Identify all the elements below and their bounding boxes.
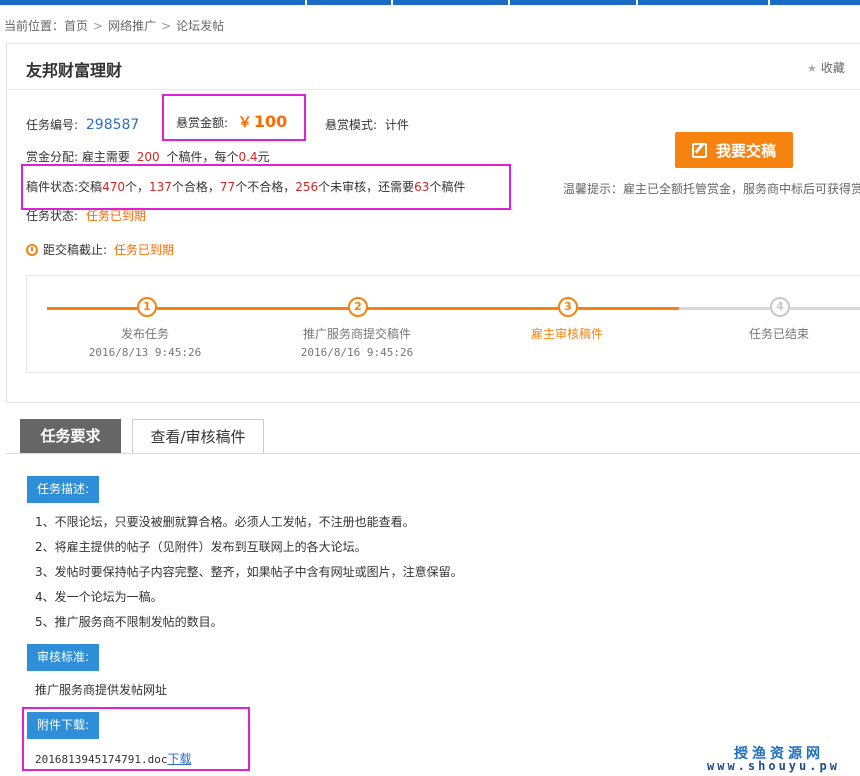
- step-2-circle: 2: [348, 297, 368, 317]
- task-title: 友邦财富理财: [26, 61, 123, 80]
- step-4-circle: 4: [770, 297, 790, 317]
- clock-icon: [26, 244, 38, 256]
- step-2-date: 2016/8/16 9:45:26: [300, 346, 414, 359]
- requirement-item: 3、发帖时要保持帖子内容完整、整齐，如果帖子中含有网址或图片，注意保留。: [35, 565, 463, 579]
- watermark-url: www.shouyu.pw: [707, 759, 840, 773]
- step-1-date: 2016/8/13 9:45:26: [88, 346, 202, 359]
- task-status-value: 任务已到期: [85, 209, 146, 223]
- favorite-label: 收藏: [820, 61, 845, 75]
- top-nav-bar: [0, 0, 860, 5]
- review-standard-text: 推广服务商提供发帖网址: [35, 683, 168, 697]
- breadcrumb-home[interactable]: 首页: [64, 19, 88, 33]
- progress-steps: 1 发布任务 2016/8/13 9:45:26 2 推广服务商提交稿件 201…: [26, 275, 860, 373]
- breadcrumb-promotion[interactable]: 网络推广: [108, 19, 156, 33]
- favorite-button[interactable]: ★ 收藏: [807, 59, 845, 76]
- task-description-label: 任务描述:: [27, 476, 100, 503]
- tab-divider: [6, 453, 860, 454]
- highlight-box-reward: [162, 94, 306, 141]
- step-1-circle: 1: [137, 297, 157, 317]
- requirement-item: 1、不限论坛，只要没被删就算合格。必须人工发帖，不注册也能查看。: [35, 515, 415, 529]
- reward-mode-label: 悬赏模式:: [325, 118, 378, 132]
- allocation-count: 200: [136, 150, 160, 164]
- tab-review-drafts[interactable]: 查看/审核稿件: [132, 419, 264, 453]
- breadcrumb-separator: >: [161, 19, 172, 33]
- requirement-item: 4、发一个论坛为一稿。: [35, 590, 163, 604]
- breadcrumb: 当前位置：首页 > 网络推广 > 论坛发帖: [4, 17, 224, 34]
- step-3-circle: 3: [558, 297, 578, 317]
- highlight-box-attachment: [22, 707, 250, 771]
- task-card: 友邦财富理财 ★ 收藏 任务编号: 298587 悬赏金额: ￥ 100 悬赏模式:…: [6, 43, 860, 403]
- submit-draft-button[interactable]: 我要交稿: [675, 132, 793, 168]
- deadline-value: 任务已到期: [113, 243, 174, 257]
- review-standard-label: 审核标准:: [27, 644, 100, 671]
- tab-requirements[interactable]: 任务要求: [20, 419, 121, 453]
- submit-draft-label: 我要交稿: [715, 141, 776, 160]
- task-id: 任务编号: 298587: [26, 116, 139, 133]
- breadcrumb-prefix: 当前位置：: [4, 19, 65, 33]
- reward-allocation: 赏金分配: 雇主需要 200 个稿件，每个0.4元: [26, 150, 270, 164]
- task-header: 友邦财富理财 ★ 收藏: [7, 44, 860, 90]
- reward-mode: 悬赏模式: 计件: [325, 116, 409, 133]
- edit-icon: [691, 142, 707, 158]
- deadline: 距交稿截止: 任务已到期: [26, 241, 174, 258]
- requirement-item: 2、将雇主提供的帖子（见附件）发布到互联网上的各大论坛。: [35, 540, 367, 554]
- breadcrumb-current: 论坛发帖: [176, 19, 225, 33]
- task-id-label: 任务编号:: [26, 118, 79, 132]
- escrow-tip: 温馨提示：雇主已全额托管赏金，服务商中标后可获得赏: [563, 182, 860, 196]
- task-id-value: 298587: [85, 117, 140, 133]
- requirement-item: 5、推广服务商不限制发帖的数目。: [35, 615, 223, 629]
- step-3-label: 雇主审核稿件: [530, 327, 603, 341]
- step-4-label: 任务已结束: [748, 327, 809, 341]
- step-2-label: 推广服务商提交稿件: [302, 327, 411, 341]
- breadcrumb-separator: >: [93, 19, 104, 33]
- step-1-label: 发布任务: [120, 327, 169, 341]
- highlight-box-draft-status: [21, 164, 511, 210]
- reward-mode-value: 计件: [384, 118, 409, 132]
- allocation-price: 0.4: [238, 150, 258, 164]
- star-icon: ★: [807, 62, 817, 75]
